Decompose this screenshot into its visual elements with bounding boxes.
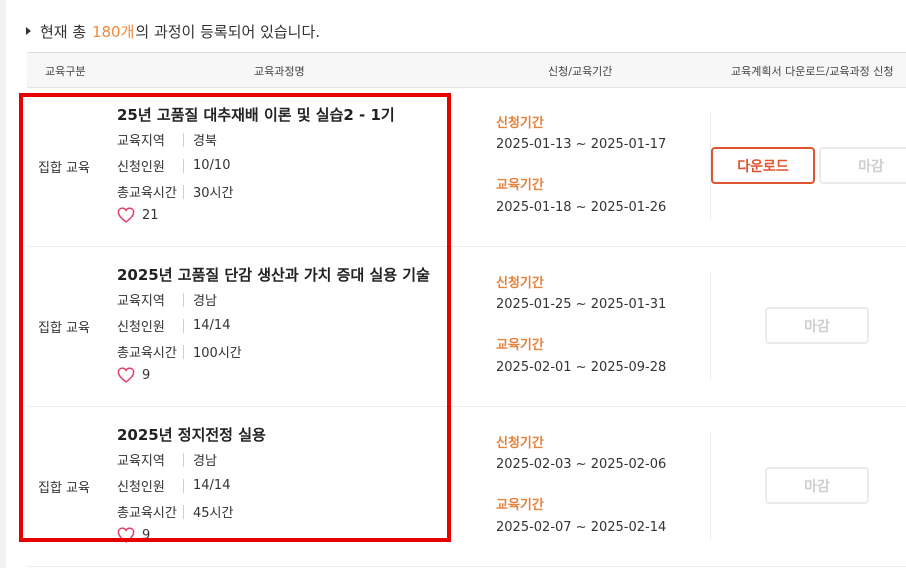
course-applicants: 신청인원 14/14 xyxy=(117,476,230,495)
divider xyxy=(183,478,184,493)
heart-outline-icon xyxy=(117,207,135,223)
triangle-bullet-icon xyxy=(26,27,31,35)
hours-label: 총교육시간 xyxy=(117,186,177,201)
like-count: 21 xyxy=(142,207,159,223)
hours-value: 100시간 xyxy=(193,346,242,361)
download-button[interactable]: 다운로드 xyxy=(711,147,815,184)
like-count: 9 xyxy=(142,367,151,383)
edu-period-label: 교육기간 xyxy=(496,178,544,193)
course-title-link[interactable]: 25년 고품질 대추재배 이론 및 실습2 - 1기 xyxy=(117,104,395,125)
course-hours: 총교육시간 30시간 xyxy=(117,182,233,201)
closed-button[interactable]: 마감 xyxy=(765,467,869,504)
apply-period-value: 2025-02-03 ~ 2025-02-06 xyxy=(496,457,667,472)
applicants-label: 신청인원 xyxy=(117,160,165,175)
hours-label: 총교육시간 xyxy=(117,506,177,521)
course-hours: 총교육시간 45시간 xyxy=(117,502,233,521)
course-region: 교육지역 경북 xyxy=(117,130,217,149)
summary-prefix: 현재 총 xyxy=(40,22,91,41)
summary-count: 180개 xyxy=(91,22,135,41)
header-download-apply: 교육계획서 다운로드/교육과정 신청 xyxy=(731,65,894,78)
divider xyxy=(183,292,184,307)
hours-value: 45시간 xyxy=(193,506,234,521)
divider xyxy=(183,184,184,199)
course-applicants: 신청인원 14/14 xyxy=(117,316,230,335)
course-title-link[interactable]: 2025년 고품질 단감 생산과 가치 증대 실용 기술 xyxy=(117,264,430,285)
like-count: 9 xyxy=(142,527,151,543)
divider xyxy=(183,452,184,467)
divider xyxy=(183,504,184,519)
course-category: 집합 교육 xyxy=(38,320,90,336)
column-divider xyxy=(710,432,711,540)
course-category: 집합 교육 xyxy=(38,160,90,176)
divider xyxy=(183,344,184,359)
course-count-summary: 현재 총 180개 의 과정이 등록되어 있습니다. xyxy=(26,20,320,42)
applicants-label: 신청인원 xyxy=(117,320,165,335)
like-button[interactable]: 9 xyxy=(117,527,150,543)
apply-period-label: 신청기간 xyxy=(496,276,544,291)
edu-period-label: 교육기간 xyxy=(496,498,544,513)
column-divider xyxy=(710,272,711,380)
region-value: 경남 xyxy=(193,454,217,469)
course-region: 교육지역 경남 xyxy=(117,290,217,309)
closed-button[interactable]: 마감 xyxy=(765,307,869,344)
hours-value: 30시간 xyxy=(193,186,234,201)
edu-period-label: 교육기간 xyxy=(496,338,544,353)
course-hours: 총교육시간 100시간 xyxy=(117,342,242,361)
header-course-name: 교육과정명 xyxy=(254,65,305,78)
divider xyxy=(183,132,184,147)
course-title-link[interactable]: 2025년 정지전정 실용 xyxy=(117,424,266,445)
left-page-edge xyxy=(0,0,6,568)
edu-period-value: 2025-02-01 ~ 2025-09-28 xyxy=(496,360,667,375)
apply-period-value: 2025-01-25 ~ 2025-01-31 xyxy=(496,297,667,312)
header-category: 교육구분 xyxy=(45,65,86,78)
region-label: 교육지역 xyxy=(117,454,165,469)
region-label: 교육지역 xyxy=(117,134,165,149)
applicants-value: 14/14 xyxy=(193,478,231,493)
region-label: 교육지역 xyxy=(117,294,165,309)
hours-label: 총교육시간 xyxy=(117,346,177,361)
apply-period-label: 신청기간 xyxy=(496,116,544,131)
applicants-value: 14/14 xyxy=(193,318,231,333)
apply-period-label: 신청기간 xyxy=(496,436,544,451)
table-header: 교육구분 교육과정명 신청/교육기간 교육계획서 다운로드/교육과정 신청 xyxy=(27,52,906,88)
edu-period-value: 2025-02-07 ~ 2025-02-14 xyxy=(496,520,667,535)
table-row: 집합 교육 2025년 고품질 단감 생산과 가치 증대 실용 기술 교육지역 경… xyxy=(27,246,906,407)
applicants-label: 신청인원 xyxy=(117,480,165,495)
course-applicants: 신청인원 10/10 xyxy=(117,156,230,175)
heart-outline-icon xyxy=(117,367,135,383)
region-value: 경남 xyxy=(193,294,217,309)
apply-period-value: 2025-01-13 ~ 2025-01-17 xyxy=(496,137,667,152)
like-button[interactable]: 21 xyxy=(117,207,159,223)
summary-suffix: 의 과정이 등록되어 있습니다. xyxy=(135,22,321,41)
region-value: 경북 xyxy=(193,134,217,149)
table-row: 집합 교육 25년 고품질 대추재배 이론 및 실습2 - 1기 교육지역 경북 … xyxy=(27,86,906,247)
divider xyxy=(183,318,184,333)
like-button[interactable]: 9 xyxy=(117,367,150,383)
heart-outline-icon xyxy=(117,527,135,543)
header-period: 신청/교육기간 xyxy=(548,65,613,78)
divider xyxy=(183,158,184,173)
edu-period-value: 2025-01-18 ~ 2025-01-26 xyxy=(496,200,667,215)
closed-button[interactable]: 마감 xyxy=(819,147,906,184)
course-category: 집합 교육 xyxy=(38,480,90,496)
course-region: 교육지역 경남 xyxy=(117,450,217,469)
applicants-value: 10/10 xyxy=(193,158,231,173)
table-row: 집합 교육 2025년 정지전정 실용 교육지역 경남 신청인원 14/14 총교육… xyxy=(27,406,906,567)
